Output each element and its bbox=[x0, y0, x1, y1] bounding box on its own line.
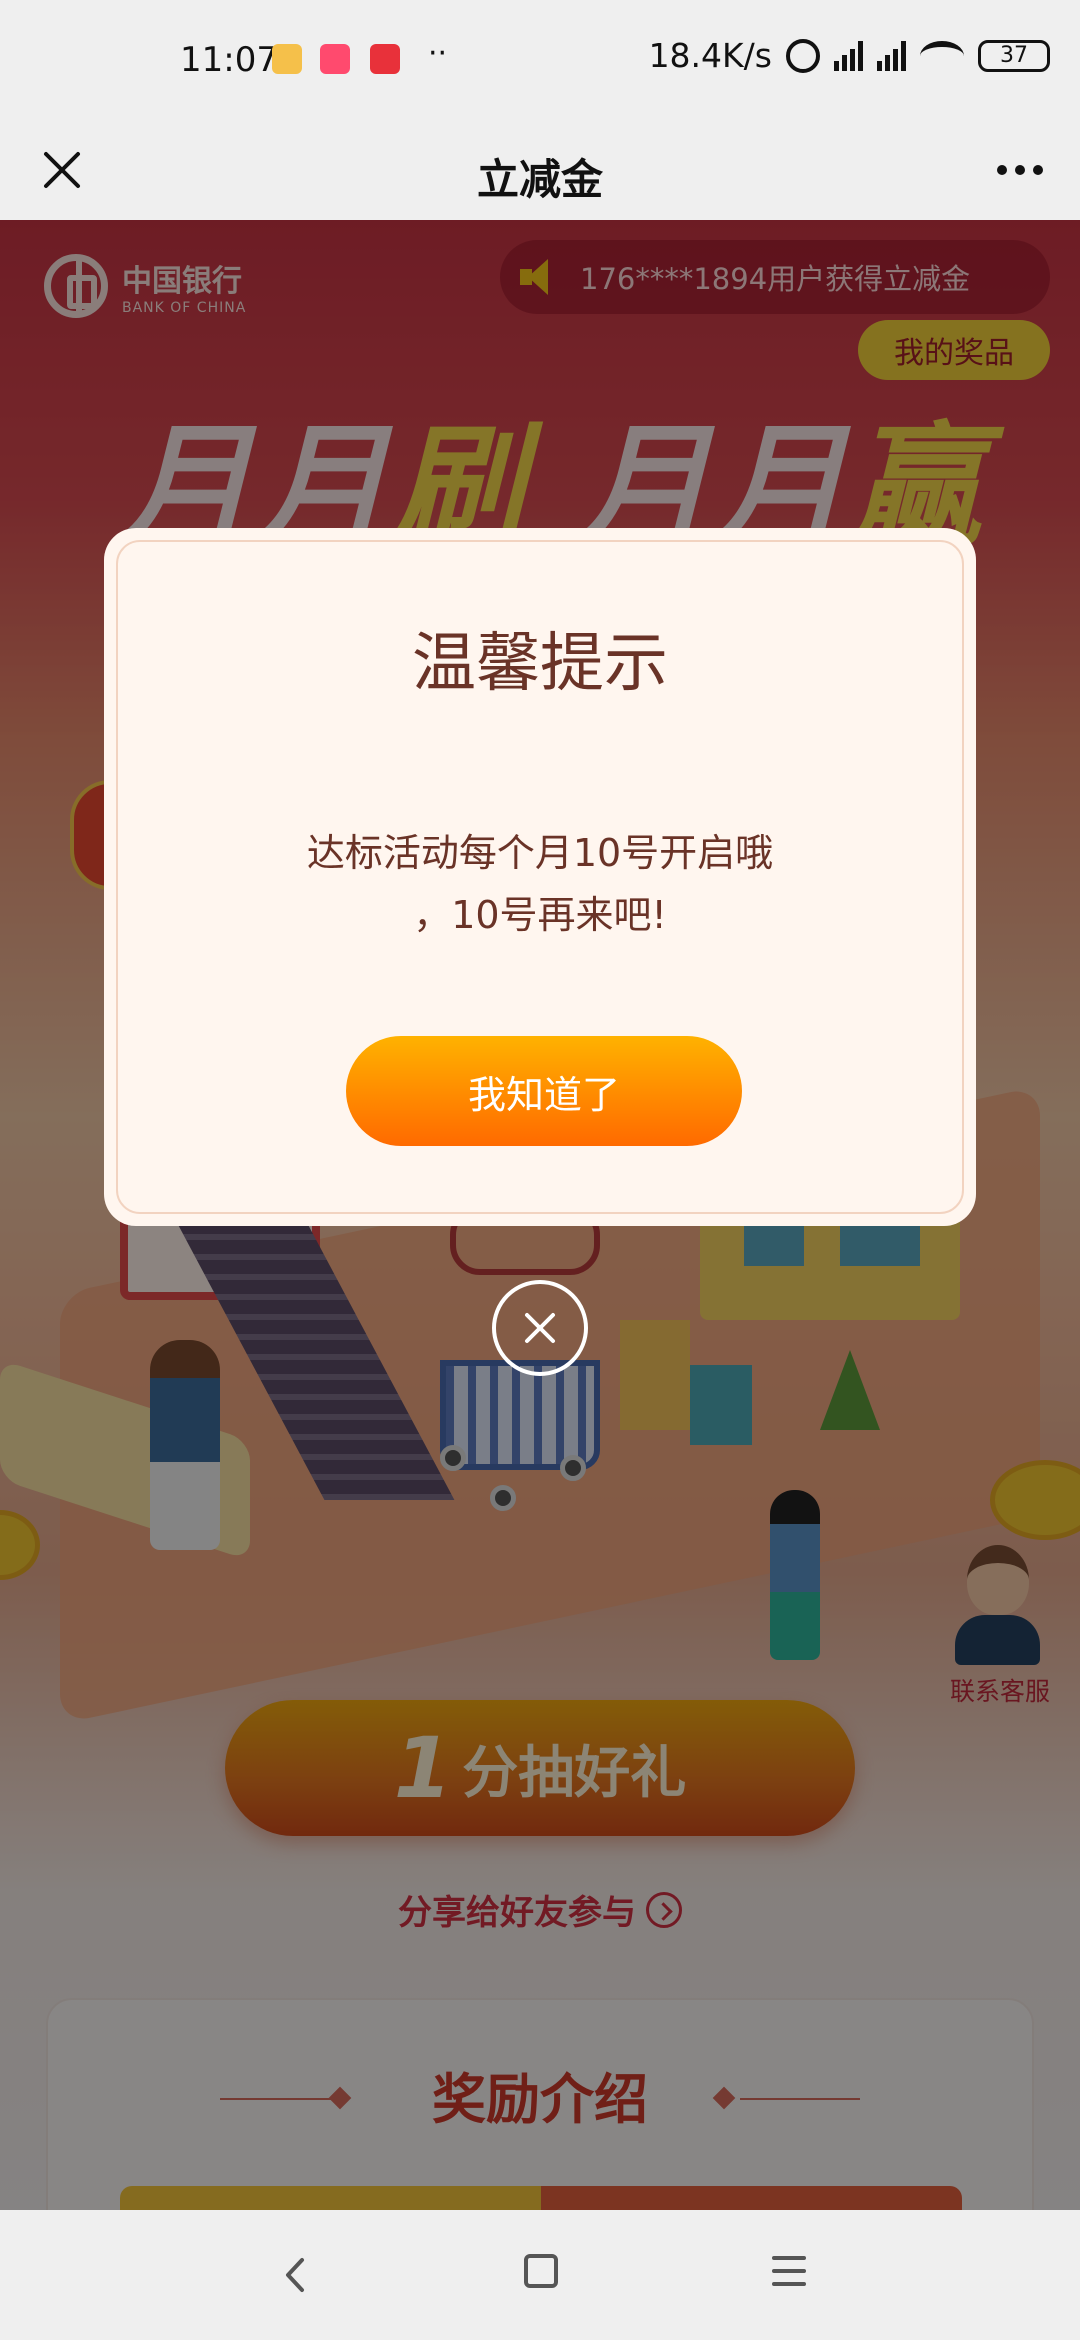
wifi-icon bbox=[920, 40, 964, 71]
title-bar: 立减金 bbox=[0, 120, 1080, 220]
dialog-title: 温馨提示 bbox=[412, 627, 668, 701]
signal-icon bbox=[877, 40, 906, 71]
battery-level: 37 bbox=[1000, 43, 1028, 68]
back-icon bbox=[286, 2258, 304, 2292]
notice-dialog: 温馨提示 达标活动每个月10号开启哦 ，10号再来吧! 我知道了 bbox=[104, 528, 976, 1226]
back-button[interactable] bbox=[270, 2250, 320, 2300]
more-dot-icon bbox=[1015, 165, 1025, 175]
app-notification-icon bbox=[370, 44, 400, 74]
status-time: 11:07 bbox=[180, 40, 278, 80]
more-menu-button[interactable] bbox=[988, 142, 1052, 198]
alarm-icon bbox=[786, 38, 820, 73]
menu-line-icon bbox=[772, 2269, 806, 2273]
dialog-message-line: ，10号再来吧! bbox=[413, 893, 667, 937]
dialog-message-line: 达标活动每个月10号开启哦 bbox=[306, 831, 774, 875]
got-it-button[interactable]: 我知道了 bbox=[346, 1036, 742, 1146]
signal-icon bbox=[834, 40, 863, 71]
app-notification-icon bbox=[320, 44, 350, 74]
more-dot-icon bbox=[1033, 165, 1043, 175]
notice-dialog-inner: 温馨提示 达标活动每个月10号开启哦 ，10号再来吧! 我知道了 bbox=[116, 540, 964, 1214]
system-navigation-bar bbox=[0, 2210, 1080, 2340]
dialog-message: 达标活动每个月10号开启哦 ，10号再来吧! bbox=[268, 822, 812, 946]
status-bar: 11:07 ·· 18.4K/s 37 bbox=[0, 0, 1080, 120]
battery-icon: 37 bbox=[978, 39, 1050, 72]
message-notification-icon bbox=[272, 44, 302, 74]
page-title: 立减金 bbox=[476, 155, 603, 204]
menu-line-icon bbox=[772, 2256, 806, 2260]
home-button[interactable] bbox=[524, 2254, 558, 2288]
network-speed: 18.4K/s bbox=[648, 36, 772, 75]
status-right: 18.4K/s 37 bbox=[649, 36, 1050, 75]
recent-apps-button[interactable] bbox=[772, 2256, 806, 2286]
more-dot-icon bbox=[997, 165, 1007, 175]
more-notifications-icon: ·· bbox=[428, 36, 448, 71]
menu-line-icon bbox=[772, 2282, 806, 2286]
dialog-close-button[interactable] bbox=[492, 1280, 588, 1376]
close-icon bbox=[525, 1313, 555, 1343]
